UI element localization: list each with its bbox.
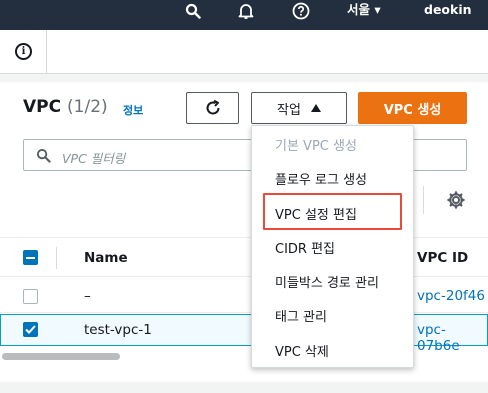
menu-item-create-flow-log[interactable]: 플로우 로그 생성 — [275, 169, 367, 188]
row-name: – — [84, 288, 91, 304]
filter-placeholder: VPC 필터링 — [62, 151, 126, 166]
column-divider — [56, 247, 57, 269]
title-text: VPC — [23, 97, 62, 117]
selection-count: (1/2) — [67, 97, 108, 117]
table-row[interactable]: – vpc-20f46 — [0, 281, 488, 313]
menu-item-manage-tags[interactable]: 태그 관리 — [275, 306, 327, 325]
horizontal-scrollbar[interactable] — [2, 353, 120, 360]
column-header-name[interactable]: Name — [84, 250, 128, 266]
create-label: VPC 생성 — [383, 102, 442, 118]
help-icon[interactable] — [291, 0, 311, 22]
search-icon[interactable] — [184, 0, 202, 22]
select-all-checkbox[interactable] — [23, 250, 38, 265]
create-vpc-button[interactable]: VPC 생성 — [358, 92, 467, 124]
menu-item-edit-cidr[interactable]: CIDR 편집 — [275, 238, 335, 257]
tools-bar: i — [0, 30, 488, 74]
gear-icon[interactable] — [446, 190, 466, 214]
divider — [46, 30, 47, 74]
row-name: test-vpc-1 — [84, 322, 152, 338]
page-title: VPC (1/2) — [23, 97, 108, 117]
row-vpc-id[interactable]: vpc-07b6e — [417, 322, 487, 354]
menu-item-create-default-vpc: 기본 VPC 생성 — [275, 139, 357, 154]
info-link[interactable]: 정보 — [123, 102, 143, 118]
highlight-box — [263, 193, 402, 230]
user-menu[interactable]: deokin — [424, 0, 472, 22]
caret-up-icon — [310, 104, 321, 112]
bell-icon[interactable] — [236, 0, 256, 22]
actions-button[interactable]: 작업 — [251, 92, 347, 124]
row-checkbox[interactable] — [23, 322, 38, 337]
menu-item-delete-vpc[interactable]: VPC 삭제 — [275, 341, 329, 360]
menu-item-manage-middlebox-routes[interactable]: 미들박스 경로 관리 — [275, 272, 379, 291]
table-header: Name VPC ID — [0, 237, 488, 277]
row-checkbox[interactable] — [23, 289, 38, 304]
column-header-vpc-id[interactable]: VPC ID — [417, 250, 468, 266]
top-navigation-bar: 서울 ▾ deokin — [0, 0, 488, 30]
actions-label: 작업 — [277, 102, 301, 118]
search-icon — [36, 148, 51, 167]
refresh-button[interactable] — [186, 92, 239, 124]
refresh-icon — [206, 99, 219, 115]
region-selector[interactable]: 서울 ▾ — [347, 0, 381, 22]
divider — [423, 186, 424, 214]
actions-dropdown-menu: 기본 VPC 생성 플로우 로그 생성 VPC 설정 편집 CIDR 편집 미들… — [251, 125, 414, 368]
checkmark-icon — [25, 325, 36, 334]
info-icon[interactable]: i — [15, 43, 32, 60]
table-row[interactable]: test-vpc-1 vpc-07b6e — [0, 314, 488, 354]
row-vpc-id[interactable]: vpc-20f46 — [417, 288, 485, 304]
